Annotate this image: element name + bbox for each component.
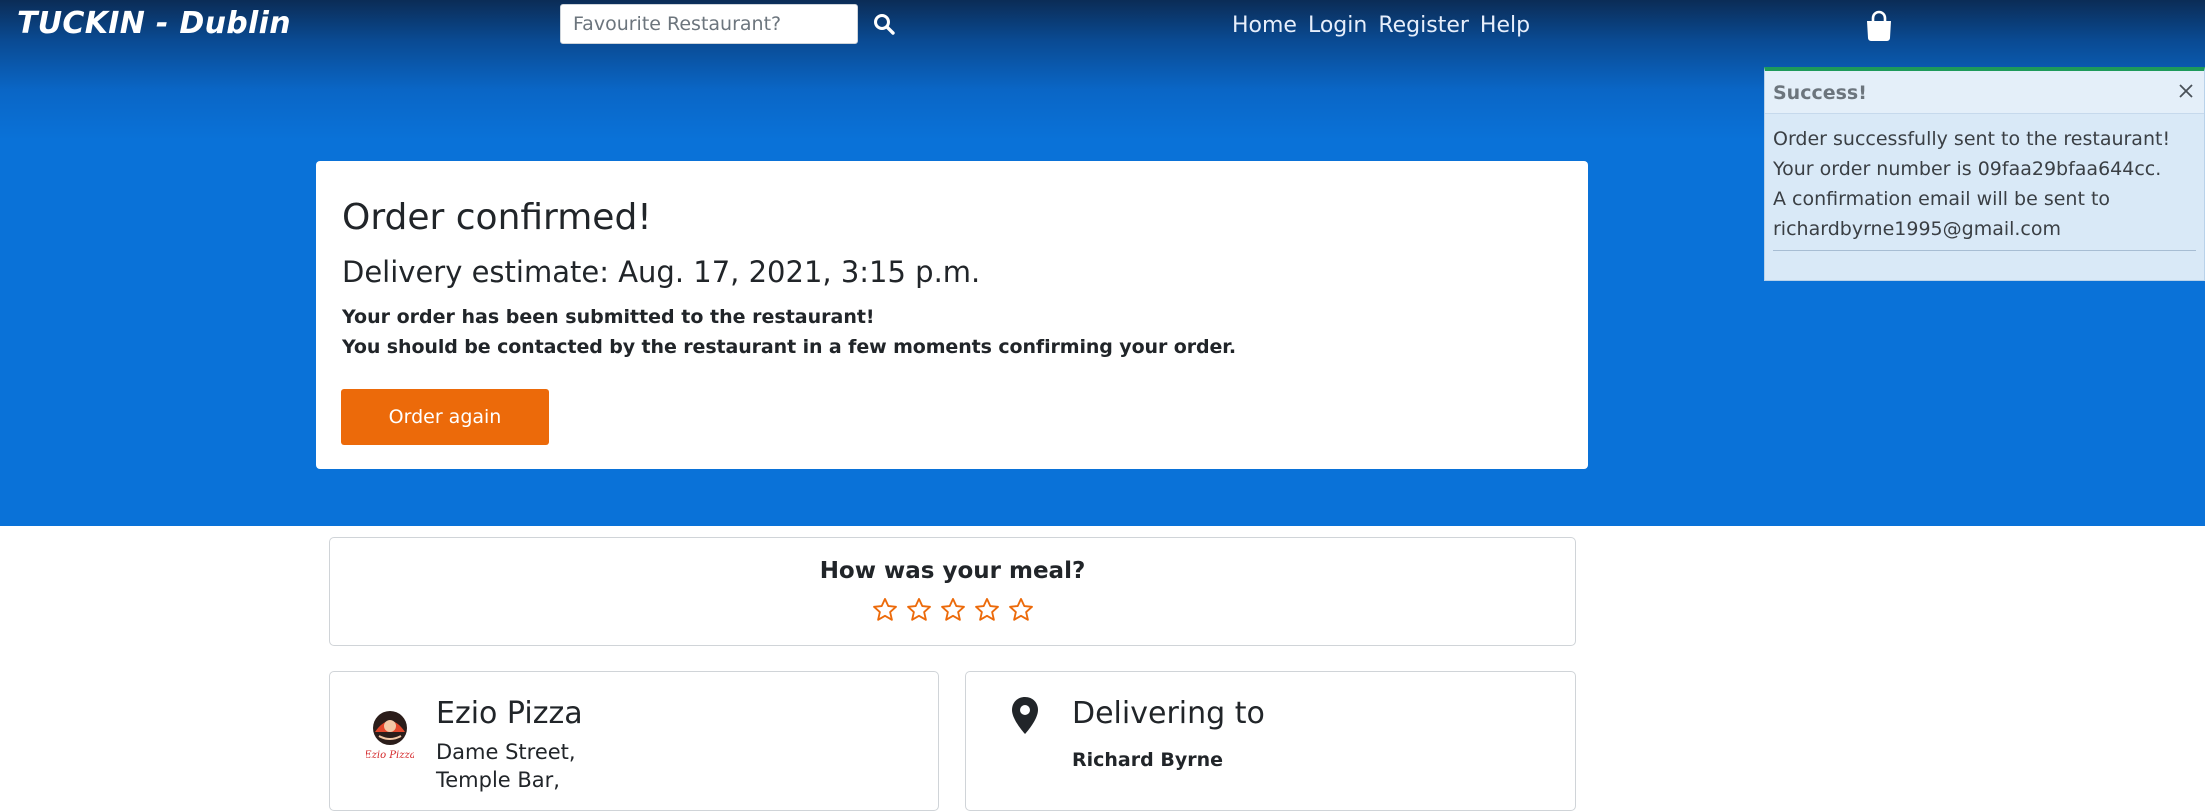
submitted-message: Your order has been submitted to the res… — [342, 306, 875, 328]
confirmation-title: Order confirmed! — [342, 197, 652, 238]
contact-message-prefix: You should be — [342, 336, 498, 358]
nav-register[interactable]: Register — [1378, 13, 1469, 38]
address-line: Dame Street, — [436, 740, 576, 764]
star-outline-icon — [1008, 597, 1033, 621]
star-outline-icon — [974, 597, 999, 621]
toast-line: A confirmation email will be sent to — [1773, 188, 2111, 210]
restaurant-name: Ezio Pizza — [436, 696, 583, 731]
address-line: Temple Bar, — [436, 768, 560, 792]
success-toast: Success! Order successfully sent to the … — [1764, 67, 2205, 281]
search-button[interactable] — [869, 10, 899, 40]
restaurant-card: Ezio Pizza Ezio Pizza Dame Street, Templ… — [329, 671, 939, 811]
star-outline-icon — [872, 597, 897, 621]
delivery-recipient: Richard Byrne — [1072, 749, 1223, 771]
search-icon — [874, 13, 895, 35]
delivery-estimate: Delivery estimate: Aug. 17, 2021, 3:15 p… — [342, 255, 981, 289]
nav-home[interactable]: Home — [1232, 13, 1297, 38]
search-input[interactable] — [560, 4, 858, 44]
map-pin-icon — [1012, 697, 1038, 734]
contact-message: You should be contacted by the restauran… — [342, 336, 1236, 358]
order-again-button[interactable]: Order again — [341, 389, 549, 445]
toast-divider — [1773, 250, 2196, 251]
star-outline-icon — [906, 597, 931, 621]
shopping-bag-icon — [1867, 10, 1891, 41]
delivery-card: Delivering to Richard Byrne — [965, 671, 1576, 811]
contact-message-bold: contacted by the restaurant — [497, 336, 797, 358]
toast-body: Order successfully sent to the restauran… — [1765, 114, 2204, 244]
close-icon — [2179, 84, 2193, 98]
star-4[interactable] — [972, 596, 1002, 626]
order-confirmation-card: Order confirmed! Delivery estimate: Aug.… — [316, 161, 1588, 469]
nav-help[interactable]: Help — [1480, 13, 1530, 38]
toast-line: Order successfully sent to the restauran… — [1773, 128, 2171, 150]
toast-title: Success! — [1773, 82, 1867, 104]
toast-email: richardbyrne1995@gmail.com — [1773, 218, 2062, 240]
cart-button[interactable] — [1864, 10, 1894, 44]
restaurant-address: Dame Street, Temple Bar, — [436, 738, 576, 794]
star-5[interactable] — [1006, 596, 1036, 626]
rating-title: How was your meal? — [819, 558, 1086, 584]
star-3[interactable] — [938, 596, 968, 626]
restaurant-logo: Ezio Pizza — [366, 711, 414, 761]
rating-card: How was your meal? — [329, 537, 1576, 646]
main-nav: Home Login Register Help — [1232, 13, 1530, 38]
brand-logo[interactable]: TUCKIN - Dublin — [17, 6, 291, 41]
delivery-title: Delivering to — [1072, 696, 1265, 731]
star-outline-icon — [940, 597, 965, 621]
toast-close-button[interactable] — [2174, 79, 2198, 103]
toast-line: Your order number is 09faa29bfaa644cc. — [1773, 158, 2162, 180]
nav-login[interactable]: Login — [1308, 13, 1367, 38]
toast-header: Success! — [1765, 71, 2204, 114]
star-1[interactable] — [870, 596, 900, 626]
star-2[interactable] — [904, 596, 934, 626]
restaurant-logo-text: Ezio Pizza — [366, 750, 414, 761]
contact-message-suffix: in a few moments confirming your order. — [796, 336, 1236, 358]
star-rating — [330, 596, 1575, 626]
